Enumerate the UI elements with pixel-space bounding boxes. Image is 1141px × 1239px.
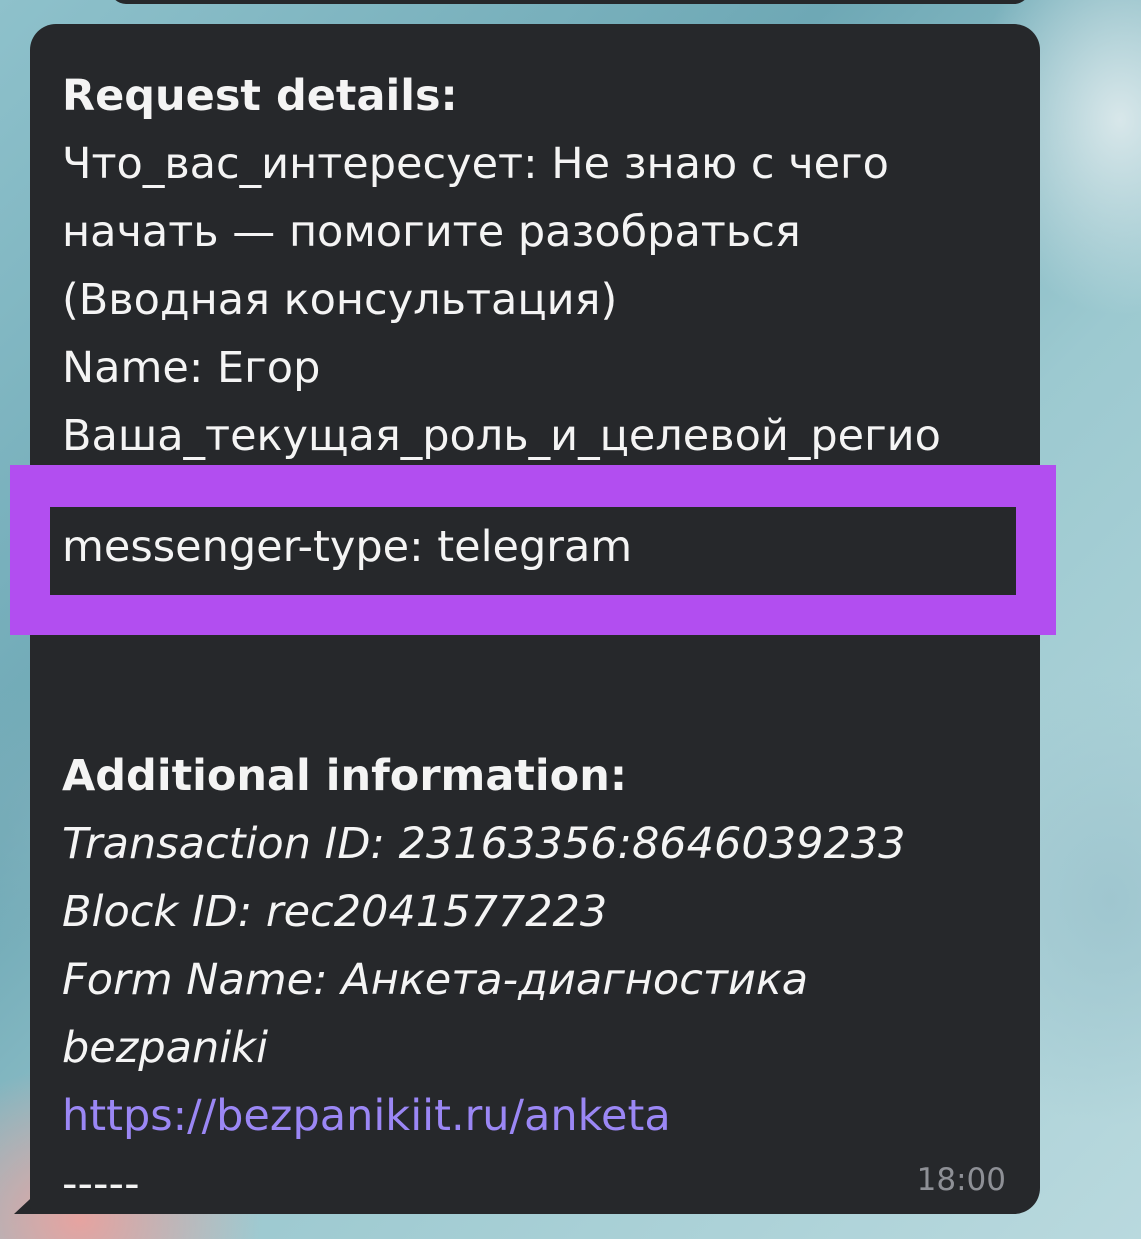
message-line: начать — помогите разобраться [62,207,801,257]
message-line: (Вводная консультация) [62,275,618,325]
form-name-continuation: bezpaniki [62,1023,269,1073]
separator-line: ----- [62,1159,140,1209]
additional-info-heading: Additional information: [62,751,628,801]
message-line: Ваша_текущая_роль_и_целевой_регио [62,411,941,461]
message-time: 18:00 [916,1162,1006,1198]
message-line: Что_вас_интересует: Не знаю с чего [62,139,889,189]
anketa-link[interactable]: https://bezpanikiit.ru/anketa [62,1082,671,1150]
highlight-box: messenger-type: telegram [10,465,1056,635]
form-name-line: Form Name: Анкета-диагностика [62,955,809,1005]
transaction-id-line: Transaction ID: 23163356:8646039233 [62,819,906,869]
request-details-heading: Request details: [62,71,458,121]
messenger-type-line: messenger-type: telegram [62,522,633,572]
message-line: Name: Егор [62,343,321,393]
block-id-line: Block ID: rec2041577223 [62,887,608,937]
highlight-inner: messenger-type: telegram [50,507,1016,595]
previous-message-edge [110,0,1030,4]
